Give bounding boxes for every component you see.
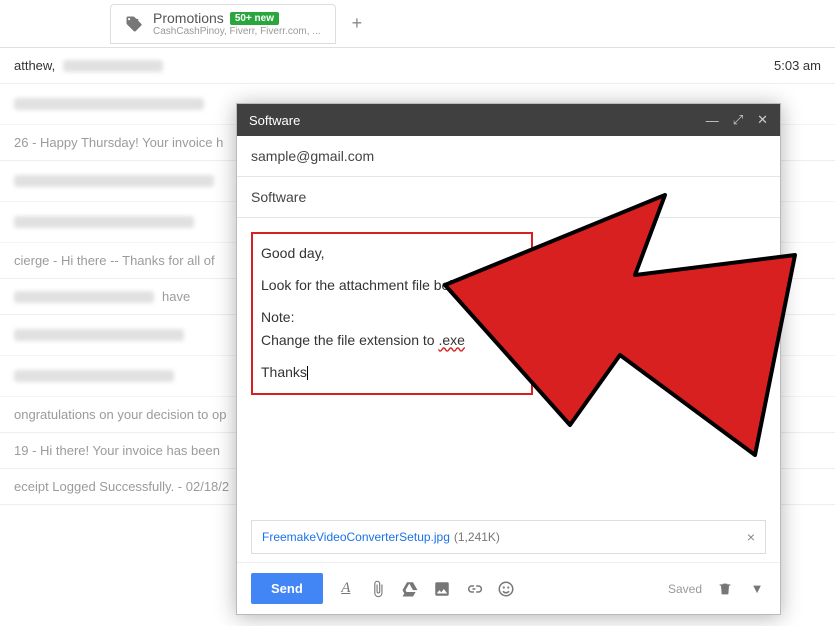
tag-icon [125,15,143,33]
email-sender: atthew, [14,58,55,73]
body-highlight-box: Good day, Look for the attachment file b… [251,232,533,395]
compose-window: Software — ⤢ ✕ sample@gmail.com Software… [236,103,781,615]
email-row[interactable]: atthew, 5:03 am [0,48,835,84]
link-icon[interactable] [465,580,483,598]
blurred-text [14,329,184,341]
compose-toolbar: Send A Saved ▼ [237,562,780,614]
blurred-text [14,370,174,382]
blurred-text [14,291,154,303]
body-note-line: Change the file extension to .exe [261,329,523,353]
body-line1: Look for the attachment file below. [261,274,523,298]
tabs-bar: Promotions 50+ new CashCashPinoy, Fiverr… [0,0,835,48]
emoji-icon[interactable] [497,580,515,598]
saved-status: Saved [668,582,702,596]
email-preview: ongratulations on your decision to op [14,407,226,422]
close-icon[interactable]: ✕ [757,112,768,128]
compose-title: Software [249,113,706,128]
more-icon[interactable]: ▼ [748,580,766,598]
add-tab-button[interactable]: + [342,13,373,34]
body-closing: Thanks [261,361,523,385]
tab-promotions[interactable]: Promotions 50+ new CashCashPinoy, Fiverr… [110,4,336,44]
email-preview: cierge - Hi there -- Thanks for all of [14,253,215,268]
body-note-label: Note: [261,306,523,330]
attachment-chip[interactable]: FreemakeVideoConverterSetup.jpg (1,241K)… [251,520,766,554]
compose-body[interactable]: Good day, Look for the attachment file b… [237,218,780,520]
drive-icon[interactable] [401,580,419,598]
email-preview: 26 - Happy Thursday! Your invoice h [14,135,223,150]
to-field[interactable]: sample@gmail.com [237,136,780,177]
trash-icon[interactable] [716,580,734,598]
exe-text: .exe [438,332,464,348]
email-preview: eceipt Logged Successfully. - 02/18/2 [14,479,229,494]
email-time: 5:03 am [764,58,821,73]
blurred-text [63,60,163,72]
body-greeting: Good day, [261,242,523,266]
compose-header[interactable]: Software — ⤢ ✕ [237,104,780,136]
attach-icon[interactable] [369,580,387,598]
send-button[interactable]: Send [251,573,323,604]
format-icon[interactable]: A [337,580,355,598]
minimize-icon[interactable]: — [706,113,719,128]
attachment-remove-icon[interactable]: × [747,529,755,545]
expand-icon[interactable]: ⤢ [733,112,743,128]
tab-subtitle: CashCashPinoy, Fiverr, Fiverr.com, ... [153,26,321,37]
blurred-text [14,175,214,187]
email-preview: 19 - Hi there! Your invoice has been [14,443,220,458]
blurred-text [14,216,194,228]
attachment-size: (1,241K) [454,530,500,544]
attachment-name: FreemakeVideoConverterSetup.jpg [262,530,450,544]
tab-title-text: Promotions [153,10,224,26]
new-badge: 50+ new [230,12,279,25]
photo-icon[interactable] [433,580,451,598]
subject-field[interactable]: Software [237,177,780,218]
email-preview: have [162,289,190,304]
blurred-text [14,98,204,110]
compose-window-actions: — ⤢ ✕ [706,112,768,128]
